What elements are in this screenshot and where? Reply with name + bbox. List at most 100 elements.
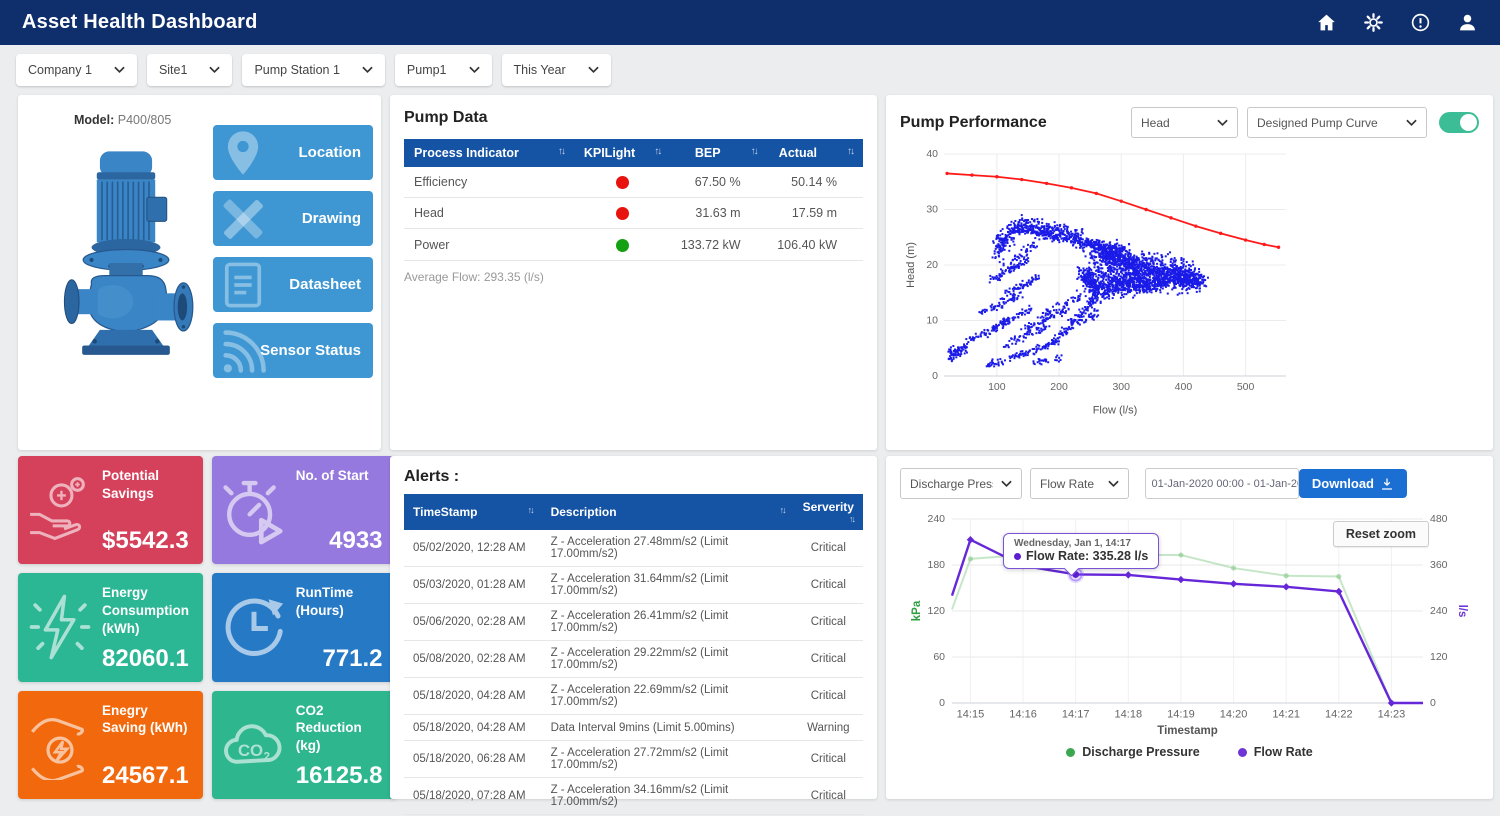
legend-dot — [1238, 748, 1247, 757]
datasheet-button[interactable]: Datasheet — [213, 257, 373, 312]
kpi-value: 16125.8 — [296, 762, 387, 790]
kpi-title: Enegry Saving (kWh) — [102, 700, 193, 738]
alert-row: 05/18/2020, 04:28 AMZ - Acceleration 22.… — [404, 678, 863, 715]
runtime-clock-icon — [212, 582, 296, 672]
curve-toggle[interactable] — [1439, 112, 1479, 133]
left-series-select[interactable]: Discharge Pressure — [900, 468, 1022, 499]
pump-performance-chart[interactable] — [900, 144, 1300, 422]
location-button[interactable]: Location — [213, 125, 373, 180]
alert-row: 05/08/2020, 02:28 AMZ - Acceleration 29.… — [404, 641, 863, 678]
pump-col-process-indicator[interactable]: Process Indicator↑↓ — [404, 139, 574, 167]
alerts-col-timestamp[interactable]: TimeStamp↑↓ — [404, 494, 542, 530]
right-series-select[interactable]: Flow Rate — [1030, 468, 1129, 499]
average-flow-note: Average Flow: 293.35 (l/s) — [404, 270, 863, 284]
trend-legend: Discharge Pressure Flow Rate — [900, 745, 1479, 759]
sensor-signal-icon — [217, 325, 269, 377]
alerts-col-description[interactable]: Description↑↓ — [542, 494, 794, 530]
sort-arrows-icon: ↑↓ — [847, 146, 853, 157]
filter-select-2[interactable]: Pump Station 1 — [242, 54, 384, 86]
tooltip-title: Wednesday, Jan 1, 14:17 — [1014, 538, 1148, 549]
pump-data-row: Power133.72 kW106.40 kW — [404, 229, 863, 260]
alert-row: 05/18/2020, 04:28 AMData Interval 9mins … — [404, 715, 863, 741]
sort-arrows-icon: ↑↓ — [528, 505, 533, 515]
kpi-card-no-of-start: No. of Start 4933 — [212, 456, 397, 564]
tooltip-value: Flow Rate: 335.28 l/s — [1026, 549, 1148, 563]
alerts-panel: Alerts : TimeStamp↑↓Description↑↓Serveri… — [390, 456, 877, 799]
pump-performance-title: Pump Performance — [900, 114, 1047, 132]
alert-row: 05/06/2020, 02:28 AMZ - Acceleration 26.… — [404, 604, 863, 641]
kpi-title: RunTime (Hours) — [296, 582, 387, 620]
datasheet-doc-icon — [217, 259, 269, 311]
kpi-card-enegry-saving-kwh-: Enegry Saving (kWh) 24567.1 — [18, 691, 203, 799]
kpi-value: 4933 — [296, 527, 387, 555]
curve-select[interactable]: Designed Pump Curve — [1247, 107, 1427, 138]
trend-panel: Discharge Pressure Flow Rate 01-Jan-2020… — [886, 456, 1493, 799]
head-select[interactable]: Head — [1131, 107, 1238, 138]
user-icon[interactable] — [1457, 12, 1478, 33]
kpi-card-potential-savings: Potential Savings$5542.3 — [18, 456, 203, 564]
alert-row: 05/18/2020, 07:28 AMZ - Acceleration 34.… — [404, 778, 863, 815]
kpi-card-runtime-hours-: RunTime (Hours) 771.2 — [212, 573, 397, 681]
alerts-col-serverity[interactable]: Serverity↑↓ — [794, 494, 863, 530]
download-icon — [1380, 477, 1394, 491]
download-button[interactable]: Download — [1299, 469, 1407, 498]
alert-row: 05/02/2020, 12:28 AMZ - Acceleration 27.… — [404, 530, 863, 567]
pump-performance-panel: Pump Performance Head Designed Pump Curv… — [886, 95, 1493, 450]
energy-bolt-icon — [18, 582, 102, 672]
home-icon[interactable] — [1316, 12, 1337, 33]
drawing-tools-icon — [217, 193, 269, 245]
pump-col-bep[interactable]: ↑↓BEP — [670, 139, 766, 167]
kpi-title: CO2 Reduction (kg) — [296, 700, 387, 755]
main-grid: Model: P400/805 — [0, 95, 1500, 799]
filter-select-4[interactable]: This Year — [502, 54, 611, 86]
alert-row: 05/18/2020, 06:28 AMZ - Acceleration 27.… — [404, 741, 863, 778]
kpi-title: Energy Consumption (kWh) — [102, 582, 193, 637]
filter-select-1[interactable]: Site1 — [147, 54, 233, 86]
sort-arrows-icon: ↑↓ — [558, 146, 564, 157]
alerts-table: TimeStamp↑↓Description↑↓Serverity↑↓ 05/0… — [404, 494, 863, 816]
navbar-icons — [1316, 12, 1478, 33]
chart-tooltip: Wednesday, Jan 1, 14:17 Flow Rate: 335.2… — [1003, 533, 1159, 569]
filter-select-0[interactable]: Company 1 — [16, 54, 137, 86]
kpi-value: 24567.1 — [102, 762, 193, 790]
sort-arrows-icon: ↑↓ — [780, 505, 785, 515]
kpi-card-co2-reduction-kg-: CO2CO2 Reduction (kg) 16125.8 — [212, 691, 397, 799]
kpi-card-energy-consumption-kwh-: Energy Consumption (kWh) 82060.1 — [18, 573, 203, 681]
pump-data-row: Efficiency67.50 %50.14 % — [404, 167, 863, 198]
kpi-light-dot — [616, 176, 629, 189]
sort-arrows-icon: ↑↓ — [654, 146, 660, 157]
kpi-value: $5542.3 — [102, 527, 193, 555]
kpi-cards: Potential Savings$5542.3No. of Start4933… — [18, 456, 381, 799]
legend-discharge-pressure[interactable]: Discharge Pressure — [1066, 745, 1199, 759]
savings-hand-icon — [18, 465, 102, 555]
kpi-title: No. of Start — [296, 465, 387, 485]
date-range-input[interactable]: 01-Jan-2020 00:00 - 01-Jan-2020 23: — [1145, 468, 1299, 499]
drawing-button[interactable]: Drawing — [213, 191, 373, 246]
filter-select-3[interactable]: Pump1 — [395, 54, 492, 86]
co2-cloud-icon: CO2 — [212, 700, 296, 790]
pump-col-kpilight[interactable]: KPILight↑↓ — [574, 139, 670, 167]
model-label: Model: — [74, 113, 114, 127]
dashboard-page: Asset Health Dashboard Company 1 Site1 Pum… — [0, 0, 1500, 799]
pump-data-table: Process Indicator↑↓KPILight↑↓↑↓BEP↑↓Actu… — [404, 139, 863, 261]
kpi-value: 82060.1 — [102, 645, 193, 673]
settings-gear-icon[interactable] — [1363, 12, 1384, 33]
reset-zoom-button[interactable]: Reset zoom — [1333, 521, 1429, 547]
svg-text:2: 2 — [263, 750, 270, 763]
chevron-down-icon — [1001, 480, 1012, 488]
pump-data-row: Head31.63 m17.59 m — [404, 198, 863, 229]
location-pin-icon — [217, 127, 269, 179]
page-title: Asset Health Dashboard — [22, 11, 258, 34]
kpi-value: 771.2 — [296, 645, 387, 673]
sensor-status-button[interactable]: Sensor Status — [213, 323, 373, 378]
pump-col-actual[interactable]: ↑↓Actual — [767, 139, 863, 167]
asset-buttons: Location Drawing Datasheet Sensor Status — [213, 125, 373, 378]
chevron-down-icon — [1217, 119, 1228, 127]
pump-data-panel: Pump Data Process Indicator↑↓KPILight↑↓↑… — [390, 95, 877, 450]
chevron-down-icon — [1406, 119, 1417, 127]
kpi-light-dot — [616, 207, 629, 220]
model-value: P400/805 — [118, 113, 172, 127]
info-icon[interactable] — [1410, 12, 1431, 33]
alert-row: 05/03/2020, 01:28 AMZ - Acceleration 31.… — [404, 567, 863, 604]
legend-flow-rate[interactable]: Flow Rate — [1238, 745, 1313, 759]
